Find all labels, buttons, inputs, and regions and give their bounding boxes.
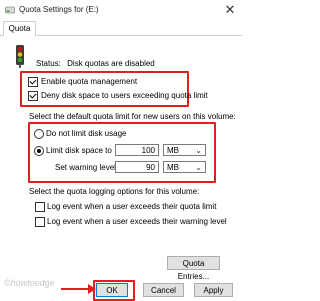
deny-space-checkbox[interactable]: [28, 91, 38, 101]
no-limit-label[interactable]: Do not limit disk usage: [46, 129, 126, 138]
default-limit-heading: Select the default quota limit for new u…: [29, 112, 236, 121]
log-warning-label[interactable]: Log event when a user exceeds their warn…: [47, 217, 227, 226]
window-title: Quota Settings for (E:): [19, 5, 99, 14]
limit-label[interactable]: Limit disk space to: [46, 146, 112, 155]
limit-radio[interactable]: [34, 146, 44, 156]
limit-unit-select[interactable]: MB ⌄: [163, 144, 206, 156]
chevron-down-icon: ⌄: [195, 146, 202, 155]
quota-entries-button[interactable]: Quota Entries...: [167, 256, 220, 281]
status-line: Status: Disk quotas are disabled: [36, 59, 155, 68]
no-limit-radio[interactable]: [34, 129, 44, 139]
drive-quota-icon: [5, 6, 15, 14]
limit-unit-value: MB: [167, 146, 179, 155]
log-quota-checkbox[interactable]: [35, 202, 45, 212]
deny-space-label[interactable]: Deny disk space to users exceeding quota…: [41, 91, 208, 100]
annotation-arrow-line: [61, 288, 91, 290]
traffic-light-icon: [16, 45, 24, 68]
limit-value-input[interactable]: 100: [115, 144, 159, 156]
ok-button[interactable]: OK: [96, 283, 128, 297]
status-label: Status:: [36, 59, 61, 68]
chevron-down-icon: ⌄: [195, 163, 202, 172]
logging-heading: Select the quota logging options for thi…: [29, 187, 200, 196]
watermark: ©howtoedge: [4, 278, 55, 288]
warning-unit-value: MB: [167, 163, 179, 172]
warning-value-input[interactable]: 90: [115, 161, 159, 173]
tab-quota[interactable]: Quota: [3, 21, 36, 37]
log-warning-checkbox[interactable]: [35, 217, 45, 227]
title-bar: Quota Settings for (E:) ✕: [0, 0, 242, 20]
status-value: Disk quotas are disabled: [67, 59, 155, 68]
cancel-button[interactable]: Cancel: [143, 283, 184, 297]
close-icon[interactable]: ✕: [221, 1, 239, 19]
enable-quota-label[interactable]: Enable quota management: [41, 77, 137, 86]
enable-quota-checkbox[interactable]: [28, 77, 38, 87]
apply-button[interactable]: Apply: [194, 283, 233, 297]
log-quota-label[interactable]: Log event when a user exceeds their quot…: [47, 202, 216, 211]
warning-unit-select[interactable]: MB ⌄: [163, 161, 206, 173]
